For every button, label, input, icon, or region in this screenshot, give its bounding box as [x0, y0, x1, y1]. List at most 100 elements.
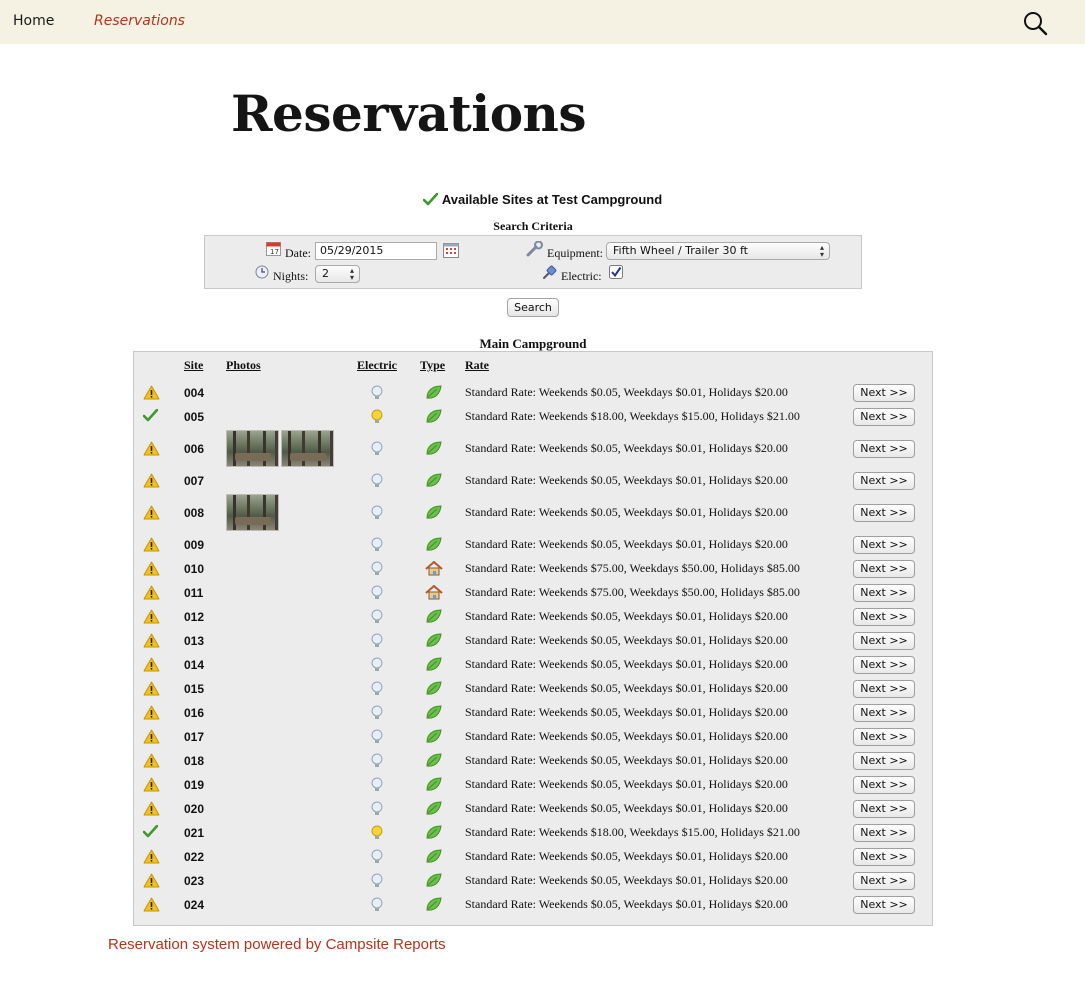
nav-reservations-link[interactable]: Reservations	[94, 13, 185, 29]
check-icon	[142, 408, 159, 427]
leaf-icon	[425, 681, 442, 701]
next-button[interactable]: Next >>	[853, 632, 915, 650]
nav-home-link[interactable]: Home	[13, 13, 54, 29]
leaf-icon	[425, 657, 442, 677]
calendar-picker-icon[interactable]	[443, 243, 459, 263]
table-row: 021 Standard Rate: Weekends $18.00, Weekd…	[134, 821, 932, 846]
lightbulb-off-icon	[370, 385, 384, 406]
electric-label: Electric:	[561, 269, 602, 283]
warning-icon	[143, 473, 160, 493]
next-button[interactable]: Next >>	[853, 408, 915, 426]
site-number: 009	[184, 538, 205, 552]
leaf-icon	[425, 609, 442, 629]
site-rate: Standard Rate: Weekends $0.05, Weekdays …	[465, 753, 788, 767]
warning-icon	[143, 849, 160, 869]
next-button[interactable]: Next >>	[853, 872, 915, 890]
next-button[interactable]: Next >>	[853, 472, 915, 490]
header-photos[interactable]: Photos	[226, 358, 261, 373]
check-icon	[422, 192, 442, 207]
site-number: 007	[184, 474, 205, 488]
electric-checkbox[interactable]	[609, 265, 623, 284]
next-button[interactable]: Next >>	[853, 728, 915, 746]
site-number: 004	[184, 386, 205, 400]
site-rate: Standard Rate: Weekends $0.05, Weekdays …	[465, 681, 788, 695]
next-button[interactable]: Next >>	[853, 848, 915, 866]
site-rate: Standard Rate: Weekends $0.05, Weekdays …	[465, 705, 788, 719]
nights-select[interactable]: 2 ▴ ▾	[315, 265, 360, 283]
next-button[interactable]: Next >>	[853, 776, 915, 794]
leaf-icon	[425, 825, 442, 845]
lightbulb-off-icon	[370, 633, 384, 654]
site-number: 015	[184, 682, 205, 696]
site-number: 021	[184, 826, 205, 840]
lightbulb-on-icon	[370, 825, 384, 846]
footer-powered-by-link[interactable]: Reservation system powered by Campsite R…	[108, 936, 446, 953]
next-button[interactable]: Next >>	[853, 752, 915, 770]
next-button[interactable]: Next >>	[853, 608, 915, 626]
site-photos	[226, 430, 334, 467]
lightbulb-off-icon	[370, 657, 384, 678]
equipment-select[interactable]: Fifth Wheel / Trailer 30 ft ▴ ▾	[606, 242, 830, 260]
next-button[interactable]: Next >>	[853, 536, 915, 554]
leaf-icon	[425, 505, 442, 525]
clock-icon	[255, 265, 269, 284]
warning-icon	[143, 705, 160, 725]
site-number: 013	[184, 634, 205, 648]
table-row: 022 Standard Rate: Weekends $0.05, Weekda…	[134, 845, 932, 869]
leaf-icon	[425, 441, 442, 461]
header-site[interactable]: Site	[184, 358, 203, 373]
site-number: 018	[184, 754, 205, 768]
lightbulb-off-icon	[370, 729, 384, 750]
next-button[interactable]: Next >>	[853, 440, 915, 458]
search-criteria-panel: 17 Date: 05/29/2015 Nights: 2 ▴ ▾ Equipmen…	[204, 235, 862, 289]
leaf-icon	[425, 409, 442, 429]
next-button[interactable]: Next >>	[853, 584, 915, 602]
table-row: 018 Standard Rate: Weekends $0.05, Weekda…	[134, 749, 932, 773]
site-rate: Standard Rate: Weekends $0.05, Weekdays …	[465, 633, 788, 647]
page-title: Reservations	[231, 84, 587, 143]
site-photo-thumbnail[interactable]	[226, 494, 279, 531]
site-rate: Standard Rate: Weekends $0.05, Weekdays …	[465, 849, 788, 863]
next-button[interactable]: Next >>	[853, 656, 915, 674]
site-photo-thumbnail[interactable]	[226, 430, 279, 467]
next-button[interactable]: Next >>	[853, 384, 915, 402]
next-button[interactable]: Next >>	[853, 704, 915, 722]
equipment-label: Equipment:	[547, 246, 603, 260]
chevron-updown-icon: ▴ ▾	[349, 266, 354, 282]
leaf-icon	[425, 537, 442, 557]
search-button[interactable]: Search	[507, 298, 559, 317]
warning-icon	[143, 609, 160, 629]
site-rate: Standard Rate: Weekends $0.05, Weekdays …	[465, 897, 788, 911]
table-row: 009 Standard Rate: Weekends $0.05, Weekda…	[134, 533, 932, 557]
search-icon[interactable]	[1022, 10, 1048, 36]
next-button[interactable]: Next >>	[853, 824, 915, 842]
header-electric[interactable]: Electric	[357, 358, 397, 373]
next-button[interactable]: Next >>	[853, 560, 915, 578]
lightbulb-on-icon	[370, 409, 384, 430]
search-criteria-title: Search Criteria	[493, 219, 573, 233]
house-icon	[425, 584, 443, 605]
site-photos	[226, 494, 279, 531]
nights-label: Nights:	[273, 269, 309, 283]
site-number: 017	[184, 730, 205, 744]
site-rate: Standard Rate: Weekends $0.05, Weekdays …	[465, 505, 788, 519]
table-row: 016 Standard Rate: Weekends $0.05, Weekda…	[134, 701, 932, 725]
site-photo-thumbnail[interactable]	[281, 430, 334, 467]
next-button[interactable]: Next >>	[853, 800, 915, 818]
site-number: 024	[184, 898, 205, 912]
header-rate[interactable]: Rate	[465, 358, 489, 373]
house-icon	[425, 560, 443, 581]
next-button[interactable]: Next >>	[853, 504, 915, 522]
table-row: 014 Standard Rate: Weekends $0.05, Weekda…	[134, 653, 932, 678]
sites-table: Site Photos Electric Type Rate 004 Standa…	[133, 351, 933, 926]
table-row: 017 Standard Rate: Weekends $0.05, Weekda…	[134, 725, 932, 750]
next-button[interactable]: Next >>	[853, 896, 915, 914]
date-field[interactable]: 05/29/2015	[315, 242, 437, 260]
next-button[interactable]: Next >>	[853, 680, 915, 698]
site-rate: Standard Rate: Weekends $0.05, Weekdays …	[465, 801, 788, 815]
site-rate: Standard Rate: Weekends $0.05, Weekdays …	[465, 537, 788, 551]
leaf-icon	[425, 473, 442, 493]
header-type[interactable]: Type	[420, 358, 445, 373]
site-number: 016	[184, 706, 205, 720]
lightbulb-off-icon	[370, 473, 384, 494]
